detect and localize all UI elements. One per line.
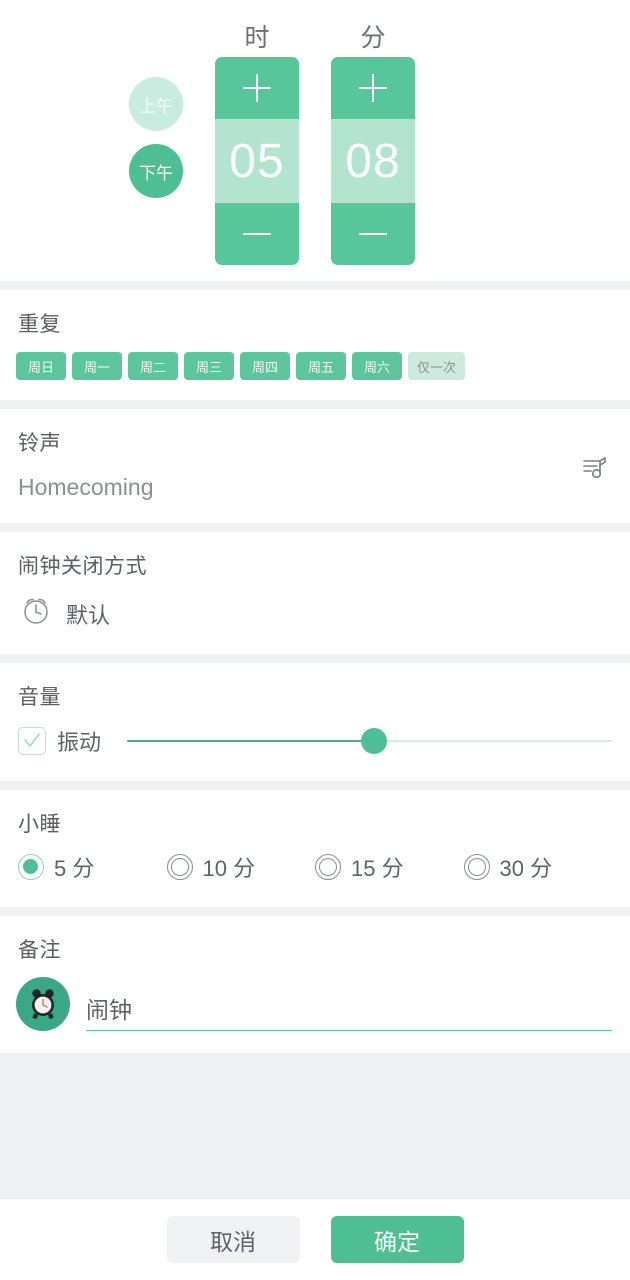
- section-divider: [0, 523, 630, 532]
- am-button[interactable]: 上午: [129, 77, 183, 131]
- note-section: 备注: [0, 916, 630, 1053]
- volume-slider-thumb[interactable]: [361, 728, 388, 754]
- snooze-option-label: 30 分: [499, 856, 553, 881]
- minus-icon: [359, 233, 387, 235]
- section-divider: [0, 781, 630, 790]
- minus-icon: [243, 233, 271, 235]
- section-divider: [0, 400, 630, 409]
- vibrate-label: 振动: [57, 730, 102, 755]
- confirm-button[interactable]: 确定: [330, 1216, 464, 1263]
- note-input[interactable]: [86, 994, 612, 1022]
- minute-increase-button[interactable]: [331, 57, 415, 119]
- dismiss-method-value: 默认: [66, 602, 111, 628]
- snooze-options: 5 分 10 分 15 分 30 分: [0, 838, 630, 883]
- repeat-chip-tuesday[interactable]: 周二: [128, 352, 178, 380]
- snooze-option-label: 15 分: [351, 856, 404, 881]
- snooze-option-label: 5 分: [54, 856, 95, 881]
- hour-spinner: 05: [215, 57, 299, 265]
- repeat-chip-wednesday[interactable]: 周三: [184, 352, 234, 380]
- alarm-clock-outline-icon: [20, 595, 52, 632]
- check-icon: [24, 733, 40, 747]
- volume-slider[interactable]: [127, 728, 612, 754]
- hour-increase-button[interactable]: [215, 57, 299, 119]
- repeat-chip-once[interactable]: 仅一次: [408, 352, 466, 380]
- note-input-wrapper: [86, 994, 612, 1031]
- snooze-option-30min[interactable]: 30 分: [463, 851, 613, 883]
- volume-row: 振动: [0, 711, 630, 757]
- hour-decrease-button[interactable]: [215, 203, 299, 265]
- volume-section: 音量 振动: [0, 663, 630, 781]
- am-pm-toggle-group: 上午 下午: [129, 77, 183, 198]
- radio-unselected-icon: [166, 854, 193, 880]
- section-divider: [0, 281, 630, 290]
- volume-slider-fill: [127, 740, 375, 742]
- alarm-clock-icon[interactable]: [16, 977, 70, 1031]
- bottom-blank-area: [0, 1053, 630, 1198]
- repeat-day-chips: 周日 周一 周二 周三 周四 周五 周六 仅一次: [0, 338, 630, 380]
- cancel-button[interactable]: 取消: [166, 1216, 300, 1263]
- minute-column-label: 分: [360, 24, 386, 52]
- snooze-option-label: 10 分: [202, 856, 256, 881]
- radio-unselected-icon: [315, 854, 341, 880]
- repeat-chip-saturday[interactable]: 周六: [352, 352, 402, 380]
- dismiss-method-row[interactable]: 默认: [0, 580, 630, 632]
- snooze-option-10min[interactable]: 10 分: [166, 851, 316, 883]
- section-divider: [0, 654, 630, 663]
- ringtone-title: 铃声: [18, 432, 61, 455]
- hour-column-label: 时: [244, 24, 270, 52]
- repeat-section: 重复 周日 周一 周二 周三 周四 周五 周六 仅一次: [0, 290, 630, 400]
- repeat-chip-friday[interactable]: 周五: [296, 352, 346, 380]
- plus-icon-vertical: [372, 74, 374, 102]
- volume-title: 音量: [18, 686, 61, 709]
- pm-button[interactable]: 下午: [129, 144, 183, 198]
- radio-selected-icon: [18, 854, 44, 880]
- minute-spinner: 08: [331, 57, 415, 265]
- plus-icon-vertical: [256, 74, 258, 102]
- repeat-chip-sunday[interactable]: 周日: [16, 352, 66, 380]
- vibrate-checkbox[interactable]: [18, 727, 46, 755]
- repeat-title: 重复: [18, 313, 61, 336]
- minute-decrease-button[interactable]: [331, 203, 415, 265]
- time-picker-section: 时 分 上午 下午 05 08: [0, 0, 630, 281]
- alarm-settings-screen: 时 分 上午 下午 05 08 重复 周日 周一 周二 周三 周四 周五 周六 …: [0, 0, 630, 1280]
- note-title: 备注: [18, 939, 61, 962]
- repeat-chip-thursday[interactable]: 周四: [240, 352, 290, 380]
- dismiss-method-title: 闹钟关闭方式: [18, 555, 147, 578]
- radio-unselected-icon: [463, 854, 490, 880]
- minute-value[interactable]: 08: [331, 119, 415, 203]
- hour-value[interactable]: 05: [215, 119, 299, 203]
- snooze-option-5min[interactable]: 5 分: [18, 851, 167, 883]
- dismiss-method-section[interactable]: 闹钟关闭方式 默认: [0, 532, 630, 654]
- snooze-section: 小睡 5 分 10 分 15 分 30 分: [0, 790, 630, 907]
- note-row: [0, 964, 630, 1031]
- section-divider: [0, 907, 630, 916]
- ringtone-section[interactable]: 铃声 Homecoming: [0, 409, 630, 523]
- music-note-icon[interactable]: [578, 451, 612, 485]
- snooze-title: 小睡: [18, 813, 61, 836]
- ringtone-value: Homecoming: [18, 474, 154, 500]
- repeat-chip-monday[interactable]: 周一: [72, 352, 122, 380]
- footer-actions: 取消 确定: [0, 1198, 630, 1280]
- snooze-option-15min[interactable]: 15 分: [315, 851, 464, 883]
